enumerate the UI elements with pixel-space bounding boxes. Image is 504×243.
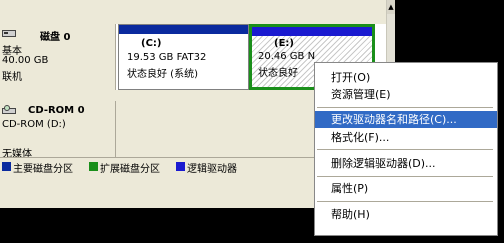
disk-0-label: 磁盘 0 — [40, 32, 71, 43]
menu-item-explore[interactable]: 资源管理(E) — [315, 86, 497, 103]
cdrom-0-type: CD-ROM (D:) — [2, 119, 66, 130]
top-strip — [0, 0, 386, 22]
cdrom-0-label: CD-ROM 0 — [28, 105, 85, 116]
menu-item-help[interactable]: 帮助(H) — [315, 206, 497, 223]
scroll-up-icon[interactable]: ▲ — [387, 0, 395, 14]
partition-e-size: 20.46 GB N — [258, 51, 316, 62]
menu-item-format[interactable]: 格式化(F)... — [315, 129, 497, 146]
legend-logical-label: 逻辑驱动器 — [187, 164, 237, 175]
context-menu: 打开(O) 资源管理(E) 更改驱动器名和路径(C)... 格式化(F)... … — [314, 62, 498, 236]
legend-extended-swatch — [89, 162, 98, 171]
primary-partition-bar — [119, 25, 248, 34]
menu-separator — [317, 176, 493, 177]
menu-item-properties[interactable]: 属性(P) — [315, 180, 497, 197]
legend-logical-swatch — [176, 162, 185, 171]
menu-item-delete-logical-drive[interactable]: 删除逻辑驱动器(D)... — [315, 155, 497, 172]
disk-0-size: 40.00 GB — [2, 55, 49, 66]
cdrom-icon — [2, 105, 16, 118]
partition-e-name: (E:) — [274, 38, 294, 49]
disk-0-info[interactable]: 磁盘 0 基本 40.00 GB 联机 — [0, 24, 116, 90]
disk-icon — [2, 28, 16, 41]
partition-e-status: 状态良好 — [258, 68, 298, 79]
menu-separator — [317, 201, 493, 202]
logical-drive-bar — [252, 27, 372, 36]
legend-primary-swatch — [2, 162, 11, 171]
menu-item-open[interactable]: 打开(O) — [315, 69, 497, 86]
partition-c-name: (C:) — [141, 38, 162, 49]
menu-item-change-drive-letter[interactable]: 更改驱动器名和路径(C)... — [315, 111, 497, 128]
disk-0-status: 联机 — [2, 72, 22, 83]
cdrom-0-info[interactable]: CD-ROM 0 CD-ROM (D:) 无媒体 — [0, 101, 116, 160]
partition-c-size: 19.53 GB FAT32 — [127, 52, 207, 63]
partition-c[interactable]: (C:) 19.53 GB FAT32 状态良好 (系统) — [118, 24, 249, 90]
legend-extended-label: 扩展磁盘分区 — [100, 164, 160, 175]
menu-separator — [317, 149, 493, 150]
menu-separator — [317, 107, 493, 108]
legend-primary-label: 主要磁盘分区 — [13, 164, 73, 175]
partition-c-status: 状态良好 (系统) — [127, 69, 198, 80]
